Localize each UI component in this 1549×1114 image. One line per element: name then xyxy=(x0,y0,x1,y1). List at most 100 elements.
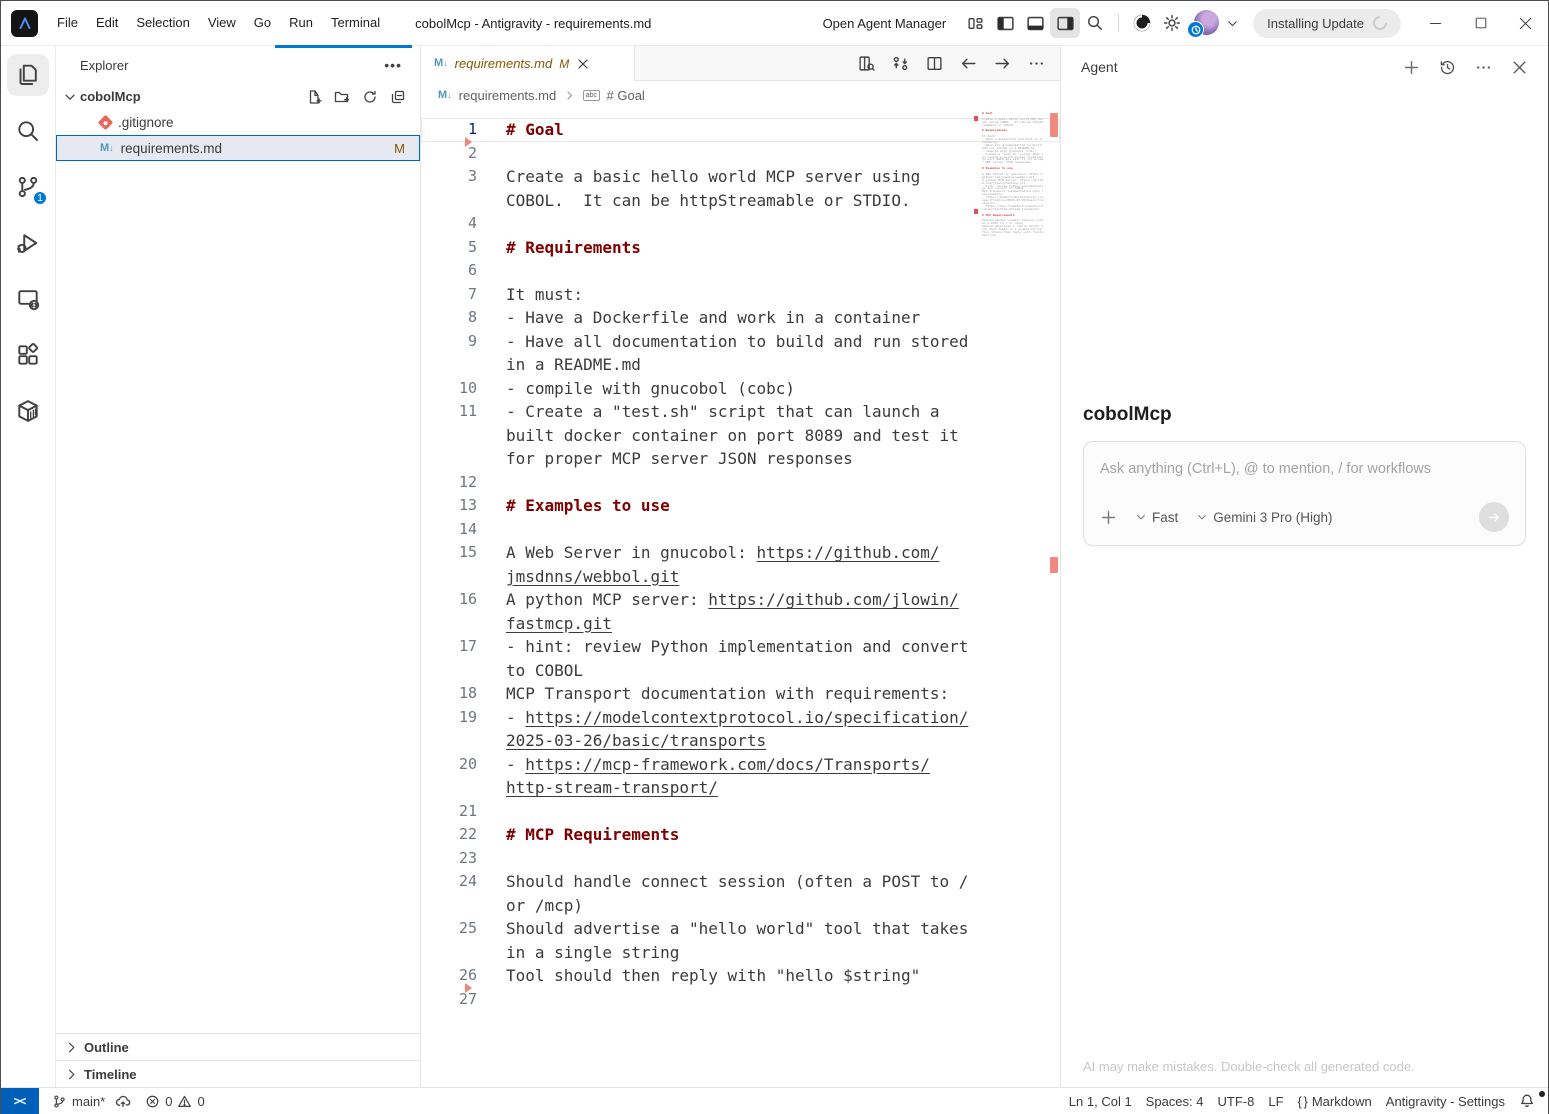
markdown-link[interactable]: / xyxy=(776,588,786,612)
markdown-link[interactable]: https:/ xyxy=(525,753,592,777)
breadcrumb-symbol[interactable]: # Goal xyxy=(607,88,645,103)
markdown-link[interactable]: github.com/ xyxy=(834,541,940,565)
agent-input[interactable]: Ask anything (Ctrl+L), @ to mention, / f… xyxy=(1100,461,1509,477)
notifications-bell[interactable] xyxy=(1512,1093,1542,1109)
markdown-link[interactable]: basic/ xyxy=(612,729,670,753)
editor-line-24[interactable]: 24Should handle connect session (often a… xyxy=(421,870,1060,917)
installing-update-button[interactable]: Installing Update xyxy=(1253,9,1401,38)
language-mode-item[interactable]: { } Markdown xyxy=(1291,1094,1379,1109)
explorer-icon[interactable] xyxy=(7,54,49,96)
editor-line-20[interactable]: 20- https://mcp-framework.com/docs/Trans… xyxy=(421,753,1060,800)
markdown-link[interactable]: 2025-03-26/ xyxy=(506,729,612,753)
folder-row-cobolmcp[interactable]: cobolMcp xyxy=(56,84,420,109)
editor-line-4[interactable]: 4 xyxy=(421,212,1060,236)
navigate-back-icon[interactable] xyxy=(960,55,977,72)
remote-indicator[interactable]: >< xyxy=(1,1088,39,1114)
menu-edit[interactable]: Edit xyxy=(87,8,127,38)
run-debug-icon[interactable] xyxy=(7,222,49,264)
markdown-link[interactable]: fastmcp.git xyxy=(506,612,612,636)
editor-line-2[interactable]: 2 xyxy=(421,142,1060,166)
markdown-link[interactable]: transports xyxy=(670,729,766,753)
markdown-link[interactable]: / xyxy=(593,706,603,730)
editor-line-27[interactable]: 27 xyxy=(421,988,1060,1012)
editor-line-5[interactable]: 5# Requirements xyxy=(421,236,1060,260)
editor-line-23[interactable]: 23 xyxy=(421,847,1060,871)
menu-terminal[interactable]: Terminal xyxy=(322,8,389,38)
customize-layout-icon[interactable] xyxy=(960,8,990,38)
editor-line-11[interactable]: 11- Create a "test.sh" script that can l… xyxy=(421,400,1060,471)
menu-go[interactable]: Go xyxy=(245,8,280,38)
new-folder-icon[interactable] xyxy=(334,89,350,105)
editor-line-26[interactable]: 26Tool should then reply with "hello $st… xyxy=(421,964,1060,988)
breadcrumb-file[interactable]: requirements.md xyxy=(459,88,557,103)
collapse-all-icon[interactable] xyxy=(390,89,406,105)
minimap[interactable]: # GoalCreate a basic hello world MCP ser… xyxy=(982,112,1044,240)
editor-line-9[interactable]: 9- Have all documentation to build and r… xyxy=(421,330,1060,377)
markdown-link[interactable]: docs/ xyxy=(776,753,824,777)
editor-line-22[interactable]: 22# MCP Requirements xyxy=(421,823,1060,847)
minimize-button[interactable] xyxy=(1413,1,1458,46)
search-icon[interactable] xyxy=(1080,8,1110,38)
editor-line-21[interactable]: 21 xyxy=(421,800,1060,824)
code-area[interactable]: 1# Goal23Create a basic hello world MCP … xyxy=(421,109,1060,1087)
file-row-requirements-md[interactable]: M↓requirements.mdM xyxy=(56,135,420,161)
markdown-link[interactable]: mcp-framework.com/ xyxy=(602,753,775,777)
agent-more-icon[interactable] xyxy=(1475,59,1492,76)
toggle-left-panel-icon[interactable] xyxy=(990,8,1020,38)
editor-line-14[interactable]: 14 xyxy=(421,518,1060,542)
editor-line-17[interactable]: 17- hint: review Python implementation a… xyxy=(421,635,1060,682)
antigravity-settings-item[interactable]: Antigravity - Settings xyxy=(1379,1094,1512,1109)
search-sidebar-icon[interactable] xyxy=(7,110,49,152)
new-chat-icon[interactable] xyxy=(1403,59,1420,76)
send-button[interactable] xyxy=(1479,502,1509,532)
editor-line-1[interactable]: 1# Goal xyxy=(421,118,1060,142)
open-preview-icon[interactable] xyxy=(858,55,875,72)
problems-status-item[interactable]: 0 0 xyxy=(138,1094,211,1109)
markdown-link[interactable]: specification/ xyxy=(834,706,969,730)
sidebar-more-icon[interactable]: ••• xyxy=(384,57,402,73)
markdown-link[interactable]: https:/ xyxy=(756,541,823,565)
cursor-position-item[interactable]: Ln 1, Col 1 xyxy=(1062,1094,1139,1109)
toggle-right-panel-icon[interactable] xyxy=(1050,8,1080,38)
editor-line-12[interactable]: 12 xyxy=(421,471,1060,495)
markdown-link[interactable]: jmsdnns/ xyxy=(506,565,583,589)
close-button[interactable] xyxy=(1503,1,1548,46)
editor-line-7[interactable]: 7It must: xyxy=(421,283,1060,307)
open-agent-manager-button[interactable]: Open Agent Manager xyxy=(823,16,947,31)
tab-close-icon[interactable] xyxy=(576,57,590,71)
tab-requirements-md[interactable]: M↓ requirements.md M xyxy=(421,46,635,81)
split-editor-icon[interactable] xyxy=(926,55,943,72)
source-control-icon[interactable]: 1 xyxy=(7,166,49,208)
markdown-link[interactable]: modelcontextprotocol.io/ xyxy=(602,706,833,730)
user-avatar[interactable] xyxy=(1189,9,1219,37)
markdown-link[interactable]: Transports/ xyxy=(824,753,930,777)
remote-explorer-icon[interactable] xyxy=(7,278,49,320)
markdown-link[interactable]: / xyxy=(824,541,834,565)
account-chevron-icon[interactable] xyxy=(1221,8,1243,38)
menu-run[interactable]: Run xyxy=(280,8,322,38)
editor-line-18[interactable]: 18MCP Transport documentation with requi… xyxy=(421,682,1060,706)
timeline-section[interactable]: Timeline xyxy=(56,1060,420,1087)
model-selector[interactable]: Gemini 3 Pro (High) xyxy=(1196,510,1332,525)
menu-selection[interactable]: Selection xyxy=(127,8,198,38)
toggle-bottom-panel-icon[interactable] xyxy=(1020,8,1050,38)
markdown-link[interactable]: webbol.git xyxy=(583,565,679,589)
editor-line-16[interactable]: 16A python MCP server: https://github.co… xyxy=(421,588,1060,635)
indentation-item[interactable]: Spaces: 4 xyxy=(1139,1094,1211,1109)
open-changes-icon[interactable] xyxy=(892,55,909,72)
antigravity-agent-icon[interactable] xyxy=(1127,8,1157,38)
markdown-link[interactable]: https:/ xyxy=(525,706,592,730)
menu-file[interactable]: File xyxy=(48,8,87,38)
new-file-icon[interactable] xyxy=(306,89,322,105)
markdown-link[interactable]: jlowin/ xyxy=(891,588,958,612)
editor-line-6[interactable]: 6 xyxy=(421,259,1060,283)
markdown-link[interactable]: github.com/ xyxy=(785,588,891,612)
editor-line-8[interactable]: 8- Have a Dockerfile and work in a conta… xyxy=(421,306,1060,330)
attach-plus-icon[interactable] xyxy=(1100,509,1117,526)
extensions-icon[interactable] xyxy=(7,334,49,376)
navigate-forward-icon[interactable] xyxy=(994,55,1011,72)
menu-view[interactable]: View xyxy=(199,8,245,38)
editor-line-15[interactable]: 15A Web Server in gnucobol: https://gith… xyxy=(421,541,1060,588)
history-icon[interactable] xyxy=(1439,59,1456,76)
agent-input-card[interactable]: Ask anything (Ctrl+L), @ to mention, / f… xyxy=(1083,441,1526,546)
